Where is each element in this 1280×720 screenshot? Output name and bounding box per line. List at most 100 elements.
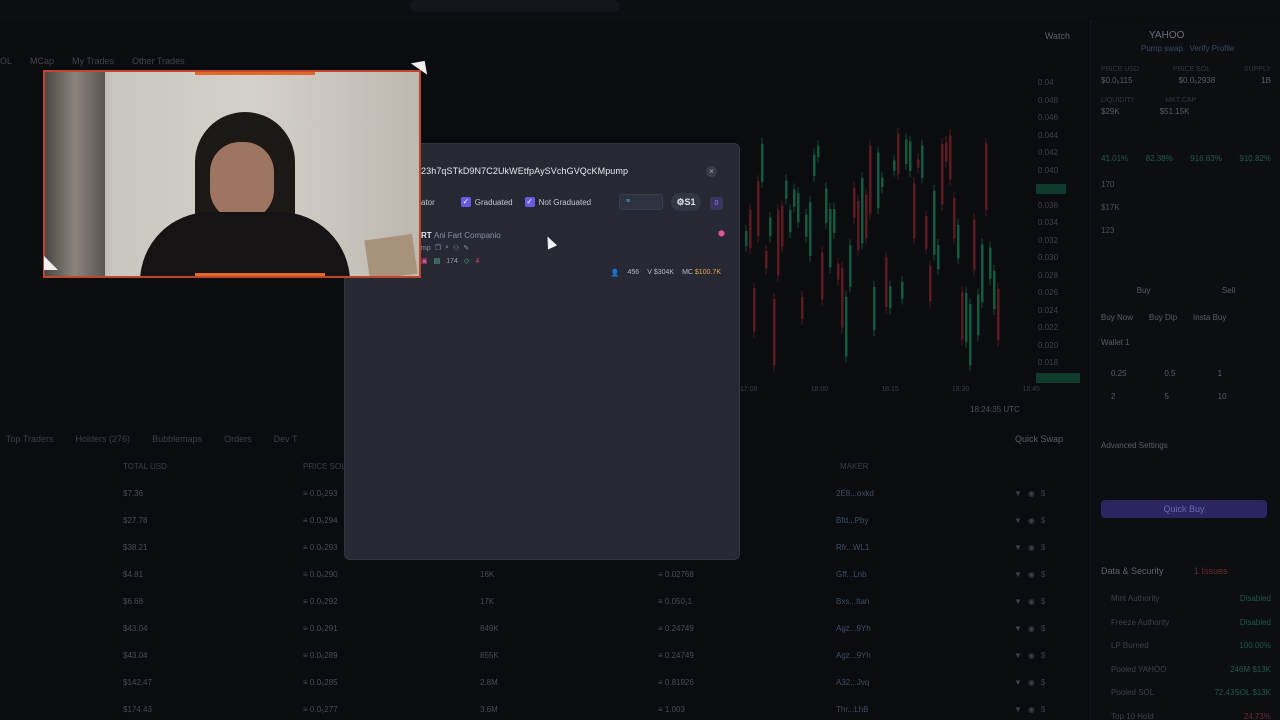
row-actions[interactable]: ▼◉$ [1014, 651, 1051, 660]
candle [813, 154, 816, 176]
cell-maker[interactable]: Agz...9Yh [836, 651, 871, 660]
candle [981, 244, 984, 303]
price-tick: 0.024 [1038, 305, 1059, 315]
pct-change[interactable]: 916.83% [1190, 154, 1222, 163]
filter-other-trades[interactable]: Other Trades [132, 56, 185, 66]
cell-usd: $38.21 [123, 543, 148, 552]
row-actions[interactable]: ▼◉$ [1014, 624, 1051, 633]
candle [917, 159, 920, 168]
holders-icon: 👤 [610, 270, 620, 277]
cell-usd: $43.04 [123, 624, 148, 633]
amount-option[interactable]: 0.25 [1111, 369, 1164, 378]
graduated-checkbox[interactable]: ✓ [460, 197, 471, 207]
webcam-overlay [43, 70, 421, 278]
cell-maker[interactable]: Bxs...Itan [836, 597, 869, 606]
tab-bubblemaps[interactable]: Bubblemaps [152, 434, 202, 444]
row-actions[interactable]: ▼◉$ [1014, 516, 1051, 525]
filter-mcap[interactable]: MCap [30, 56, 54, 66]
row-actions[interactable]: ▼◉$ [1014, 705, 1051, 714]
col-price-sol: PRICE SOL [303, 462, 346, 471]
cardboard-box [364, 233, 418, 276]
quick-buy-button[interactable]: Quick Buy [1101, 500, 1267, 518]
table-row[interactable]: $43.04 ≡ 0.0₆289 855K ≡ 0.24749 Agz...9Yh ▼◉$ [0, 651, 1075, 678]
cell-maker[interactable]: Rfr...WL1 [836, 543, 869, 552]
security-row: Pooled YAHOO 246M $13K [1111, 664, 1271, 674]
cell-price: ≡ 0.0₆285 [303, 678, 338, 687]
pct-change[interactable]: 41.01% [1101, 154, 1128, 163]
insta-buy-toggle[interactable]: Insta Buy [1193, 313, 1226, 322]
table-row[interactable]: $6.68 ≡ 0.0₆292 17K ≡ 0.050₁1 Bxs...Itan ▼◉$ [0, 597, 1075, 624]
token-platform: mp [421, 244, 431, 252]
candle [869, 146, 872, 214]
amount-option[interactable]: 5 [1164, 392, 1217, 401]
global-search-input[interactable] [410, 0, 620, 12]
amount-option[interactable]: 1 [1218, 369, 1271, 378]
stat-value: $29K [1101, 107, 1120, 116]
tab-holders[interactable]: Holders (276) [76, 434, 131, 444]
col-maker: MAKER [840, 462, 869, 471]
cell-usd: $27.78 [123, 516, 148, 525]
cell-maker[interactable]: Bfd...Pby [836, 516, 868, 525]
sell-tab[interactable]: Sell [1222, 286, 1235, 295]
filter-ol[interactable]: OL [0, 56, 12, 66]
amount-option[interactable]: 10 [1218, 392, 1271, 401]
cell-maker[interactable]: A32...Jvq [836, 678, 869, 687]
buy-now-radio[interactable]: Buy Now [1101, 313, 1133, 322]
cell-maker[interactable]: Gff...Lnb [836, 570, 867, 579]
table-row[interactable]: $43.04 ≡ 0.0₆291 849K ≡ 0.24749 Agz...9Yh ▼◉$ [0, 624, 1075, 651]
candle [761, 143, 764, 182]
cell-amount: 3.6M [480, 705, 498, 714]
price-tick: 0.044 [1038, 130, 1059, 140]
pair-badge[interactable]: 0 [710, 197, 723, 210]
row-actions[interactable]: ▼◉$ [1014, 597, 1051, 606]
candle [885, 257, 888, 308]
table-row[interactable]: $142.47 ≡ 0.0₆285 2.8M ≡ 0.81926 A32...Jvq ▼◉… [0, 678, 1075, 705]
search-result-row[interactable]: RT Ani Fart Companio mp ❐ ⌕ ⚇ ✎ ▣ ▤ 174 … [421, 229, 731, 281]
candle [877, 152, 880, 209]
cell-maker[interactable]: Agz...9Yh [836, 624, 871, 633]
tab-top-traders[interactable]: Top Traders [6, 434, 54, 444]
issues-badge[interactable]: 1 Issues [1194, 566, 1228, 576]
pct-change[interactable]: 82.38% [1146, 154, 1173, 163]
candle [977, 294, 980, 336]
row-actions[interactable]: ▼◉$ [1014, 489, 1051, 498]
wallet-select[interactable]: Wallet 1 [1101, 338, 1271, 347]
token-info-panel: YAHOO Pump swap Verify Profile PRICE USD… [1090, 20, 1280, 720]
row-actions[interactable]: ▼◉$ [1014, 678, 1051, 687]
price-tick: 0.040 [1038, 165, 1059, 175]
tab-dev-tokens[interactable]: Dev T [274, 434, 298, 444]
community-icon[interactable]: ⚇ [453, 244, 459, 252]
quick-swap-button[interactable]: Quick Swap [1015, 434, 1063, 444]
pin-icon[interactable]: ✎ [463, 244, 469, 252]
cell-maker[interactable]: Thr...LhB [836, 705, 868, 714]
search-query-address[interactable]: 23h7qSTkD9N7C2UkWEtfpAySVchGVQcKMpump [421, 166, 628, 176]
candle [969, 304, 972, 366]
cell-price: ≡ 0.0₆292 [303, 597, 338, 606]
advanced-settings[interactable]: Advanced Settings [1101, 441, 1271, 450]
amount-option[interactable]: 0.5 [1164, 369, 1217, 378]
filter-my-trades[interactable]: My Trades [72, 56, 114, 66]
sort-select[interactable]: ≡ [619, 194, 663, 210]
buy-tab[interactable]: Buy [1137, 286, 1151, 295]
table-row[interactable]: $174.43 ≡ 0.0₆277 3.6M ≡ 1.003 Thr...LhB ▼◉$ [0, 705, 1075, 720]
cell-maker[interactable]: 2E8...oxkd [836, 489, 874, 498]
close-icon[interactable]: × [706, 166, 717, 177]
search-icon[interactable]: ⌕ [445, 244, 449, 252]
pump-swap-link[interactable]: Pump swap [1141, 44, 1183, 53]
not-graduated-checkbox[interactable]: ✓ [524, 197, 535, 207]
buy-form: Buy Sell Buy Now Buy Dip Insta Buy Walle… [1101, 286, 1271, 450]
watch-button[interactable]: Watch [1045, 31, 1070, 41]
time-tick: 18:00 [810, 386, 829, 393]
copy-icon[interactable]: ❐ [435, 244, 441, 252]
tab-orders[interactable]: Orders [224, 434, 252, 444]
table-row[interactable]: $4.81 ≡ 0.0₆290 16K ≡ 0.02768 Gff...Lnb ▼◉$ [0, 570, 1075, 597]
amount-option[interactable]: 2 [1111, 392, 1164, 401]
row-actions[interactable]: ▼◉$ [1014, 570, 1051, 579]
verify-profile-link[interactable]: Verify Profile [1189, 44, 1234, 53]
comments-count: 174 [446, 257, 458, 265]
sol-filter-button[interactable]: ⚙S1 [671, 193, 701, 211]
pct-change[interactable]: 910.82% [1239, 154, 1271, 163]
candle [861, 178, 864, 244]
buy-dip-radio[interactable]: Buy Dip [1149, 313, 1177, 322]
row-actions[interactable]: ▼◉$ [1014, 543, 1051, 552]
